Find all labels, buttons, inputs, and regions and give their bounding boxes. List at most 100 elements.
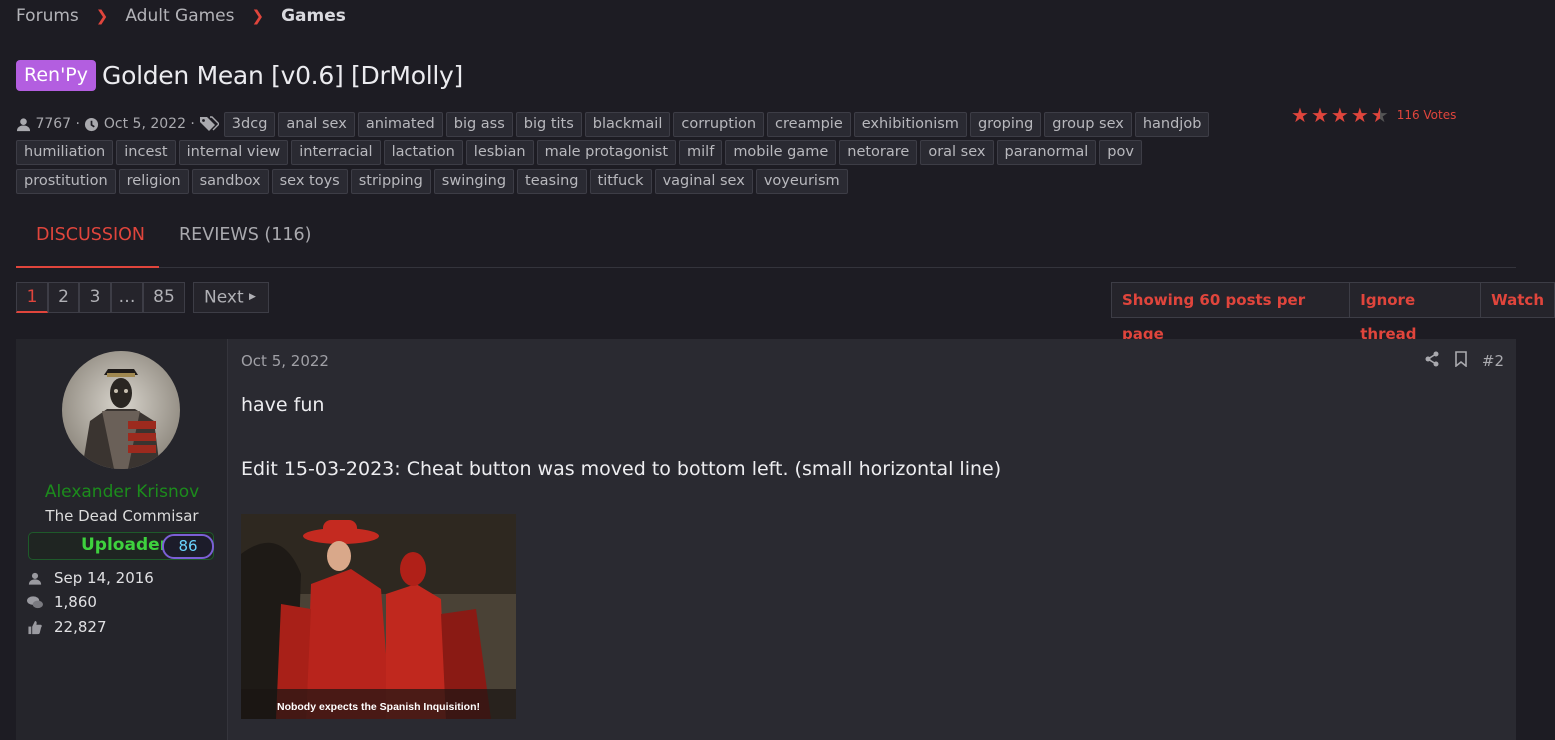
banner-number: 86: [162, 534, 214, 559]
star-full-icon[interactable]: ★: [1331, 103, 1349, 127]
tag-chip[interactable]: creampie: [767, 111, 851, 137]
tag-chip[interactable]: swinging: [433, 168, 515, 194]
breadcrumb-forums[interactable]: Forums: [16, 6, 79, 26]
tag-chip[interactable]: lactation: [383, 140, 463, 165]
tag-chip[interactable]: netorare: [839, 140, 918, 165]
next-button[interactable]: Next ▶: [193, 282, 269, 313]
user-reactions: 22,827: [26, 618, 107, 636]
watch-button[interactable]: Watch: [1481, 283, 1554, 317]
pagination: 1 2 3 … 85 Next ▶: [16, 282, 269, 313]
post-image[interactable]: Nobody expects the Spanish Inquisition!: [241, 514, 516, 719]
chevron-right-icon: ❯: [251, 7, 265, 25]
tag-chip[interactable]: oral sex: [920, 140, 994, 165]
tab-reviews[interactable]: REVIEWS (116): [179, 214, 311, 268]
tag-icon: [199, 116, 220, 132]
user-icon: [26, 569, 44, 587]
user-title: The Dead Commisar: [45, 507, 199, 525]
thread-date: Oct 5, 2022 ·: [103, 116, 195, 132]
reaction-count: 22,827: [54, 618, 107, 636]
tag-chip[interactable]: prostitution: [16, 168, 116, 194]
tag-chip[interactable]: big tits: [515, 111, 582, 137]
tag-chip[interactable]: big ass: [445, 111, 513, 137]
comments-icon: [26, 593, 44, 611]
star-full-icon[interactable]: ★: [1291, 103, 1309, 127]
rating: ★ ★ ★ ★ ★ 116 Votes: [1291, 103, 1456, 127]
star-half-icon[interactable]: ★: [1371, 103, 1389, 127]
post-number[interactable]: #2: [1482, 352, 1504, 370]
chevron-right-icon: ❯: [95, 7, 109, 25]
breadcrumb-adult-games[interactable]: Adult Games: [125, 6, 234, 26]
tag-chip[interactable]: exhibitionism: [853, 111, 967, 137]
thumbs-up-icon: [26, 618, 44, 636]
thread-title: Ren'Py Golden Mean [v0.6] [DrMolly]: [16, 58, 463, 92]
page-3[interactable]: 3: [79, 282, 111, 313]
tab-discussion[interactable]: DISCUSSION: [16, 214, 159, 268]
tag-chip[interactable]: vaginal sex: [654, 168, 753, 194]
ignore-thread-button[interactable]: Ignore thread: [1350, 283, 1482, 343]
post-date[interactable]: Oct 5, 2022: [241, 352, 329, 370]
page-title: Golden Mean [v0.6] [DrMolly]: [102, 60, 463, 90]
tag-chip[interactable]: sandbox: [191, 168, 269, 194]
thread-meta: 7767 · Oct 5, 2022 · 3dcg anal sex animate…: [16, 110, 1246, 196]
tag-chip[interactable]: pov: [1099, 140, 1142, 165]
tag-chip[interactable]: corruption: [673, 111, 765, 137]
avatar[interactable]: [62, 351, 180, 469]
thread-tabs: DISCUSSION REVIEWS (116): [16, 214, 1516, 268]
posts-per-page-button[interactable]: Showing 60 posts per page: [1112, 283, 1351, 343]
tag-chip[interactable]: blackmail: [584, 111, 671, 137]
tag-chip[interactable]: milf: [679, 140, 723, 165]
bookmark-icon[interactable]: [1454, 351, 1468, 371]
joined-date: Sep 14, 2016: [54, 569, 154, 587]
inquisition-image: [241, 514, 516, 719]
page-ellipsis[interactable]: …: [111, 282, 143, 313]
tag-chip[interactable]: titfuck: [589, 168, 652, 194]
breadcrumb: Forums ❯ Adult Games ❯ Games: [16, 4, 346, 28]
tag-chip[interactable]: male protagonist: [536, 140, 677, 165]
star-full-icon[interactable]: ★: [1311, 103, 1329, 127]
post: Alexander Krisnov The Dead Commisar Uplo…: [16, 339, 1516, 740]
user-messages: 1,860: [26, 593, 97, 611]
tag-chip[interactable]: humiliation: [16, 140, 114, 165]
page-1[interactable]: 1: [16, 282, 48, 313]
tag-chip[interactable]: groping: [969, 111, 1042, 137]
tag-chip[interactable]: teasing: [517, 168, 587, 194]
tag-chip[interactable]: mobile game: [725, 140, 837, 165]
caret-right-icon: ▶: [249, 292, 256, 302]
tag-chip[interactable]: handjob: [1134, 111, 1210, 137]
tag-chip[interactable]: stripping: [350, 168, 431, 194]
message-count: 1,860: [54, 593, 97, 611]
thread-author[interactable]: 7767 ·: [35, 116, 80, 132]
post-tools: #2: [1424, 351, 1504, 371]
tag-chip[interactable]: 3dcg: [223, 111, 276, 137]
star-full-icon[interactable]: ★: [1351, 103, 1369, 127]
next-label: Next: [204, 287, 244, 308]
tag-chip[interactable]: interracial: [291, 140, 381, 165]
user-banner: Uploader 86: [28, 532, 214, 560]
tag-chip[interactable]: voyeurism: [755, 168, 848, 194]
tag-chip[interactable]: internal view: [178, 140, 289, 165]
tag-list: 3dcg anal sex animated big ass big tits black…: [16, 111, 1212, 194]
image-caption: Nobody expects the Spanish Inquisition!: [276, 701, 481, 713]
tag-chip[interactable]: group sex: [1044, 111, 1132, 137]
tag-chip[interactable]: sex toys: [271, 168, 348, 194]
post-body: have fun Edit 15-03-2023: Cheat button w…: [241, 389, 1001, 485]
tag-chip[interactable]: religion: [118, 168, 189, 194]
prefix-badge[interactable]: Ren'Py: [16, 59, 97, 91]
tag-chip[interactable]: lesbian: [465, 140, 534, 165]
share-icon[interactable]: [1424, 351, 1440, 371]
user-joined: Sep 14, 2016: [26, 569, 154, 587]
tag-chip[interactable]: animated: [357, 111, 443, 137]
user-icon: [16, 117, 31, 132]
clock-icon: [84, 117, 99, 132]
uploader-label: Uploader: [81, 535, 169, 555]
page-2[interactable]: 2: [48, 282, 79, 313]
tag-chip[interactable]: paranormal: [996, 140, 1097, 165]
post-text-line: have fun: [241, 394, 325, 416]
tag-chip[interactable]: anal sex: [278, 111, 355, 137]
post-user-panel: Alexander Krisnov The Dead Commisar Uplo…: [16, 339, 228, 740]
tag-chip[interactable]: incest: [116, 140, 176, 165]
username[interactable]: Alexander Krisnov: [16, 482, 228, 502]
page-85[interactable]: 85: [143, 282, 185, 313]
breadcrumb-games[interactable]: Games: [281, 6, 346, 26]
post-text-line: Edit 15-03-2023: Cheat button was moved …: [241, 458, 1002, 480]
